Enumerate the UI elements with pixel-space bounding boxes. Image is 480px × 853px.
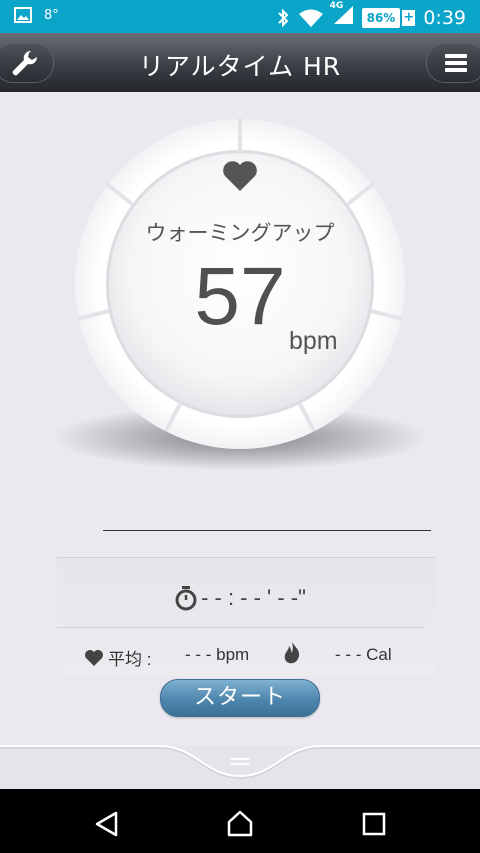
menu-icon (445, 54, 467, 72)
network-type: 4G (329, 1, 344, 11)
heart-rate-value: 57 (194, 251, 286, 342)
recents-icon[interactable] (362, 812, 386, 836)
avg-label: 平均 : (108, 650, 152, 669)
page-title: リアルタイム HR (138, 52, 342, 81)
system-nav-bar (0, 789, 480, 853)
drawer-handle[interactable] (0, 734, 480, 790)
wifi-icon (298, 9, 323, 27)
battery-level: 86% (361, 7, 401, 28)
heart-rate-unit: bpm (289, 327, 338, 355)
timer: - - : - - ' - -" (0, 585, 480, 611)
bluetooth-icon (277, 8, 289, 27)
app-header: リアルタイム HR (0, 33, 480, 92)
panel-mid-divider (57, 627, 423, 628)
home-icon[interactable] (226, 809, 254, 837)
stopwatch-icon (175, 586, 197, 611)
avg-heart-rate: 平均 : (84, 645, 151, 670)
notification-small-text: 8° (44, 7, 59, 23)
flame-icon (284, 642, 300, 664)
timer-value: - - : - - ' - -" (201, 585, 306, 610)
battery-charging-icon: + (402, 9, 416, 26)
avg-value: - - - bpm (185, 645, 250, 664)
status-bar: 8° 4G 86% + 0:39 (0, 0, 480, 33)
clock: 0:39 (423, 6, 466, 29)
start-button[interactable]: スタート (160, 679, 320, 717)
back-icon[interactable] (94, 811, 120, 837)
heart-small-icon (85, 649, 103, 666)
cell-signal: 4G (330, 1, 354, 30)
battery: 86% + (361, 7, 416, 28)
zone-label: ウォーミングアップ (145, 221, 335, 245)
menu-button[interactable] (426, 43, 480, 83)
divider-line (103, 530, 431, 531)
calories-value: - - - Cal (335, 645, 392, 664)
image-notification-icon (14, 7, 32, 23)
heart-icon (223, 161, 257, 191)
